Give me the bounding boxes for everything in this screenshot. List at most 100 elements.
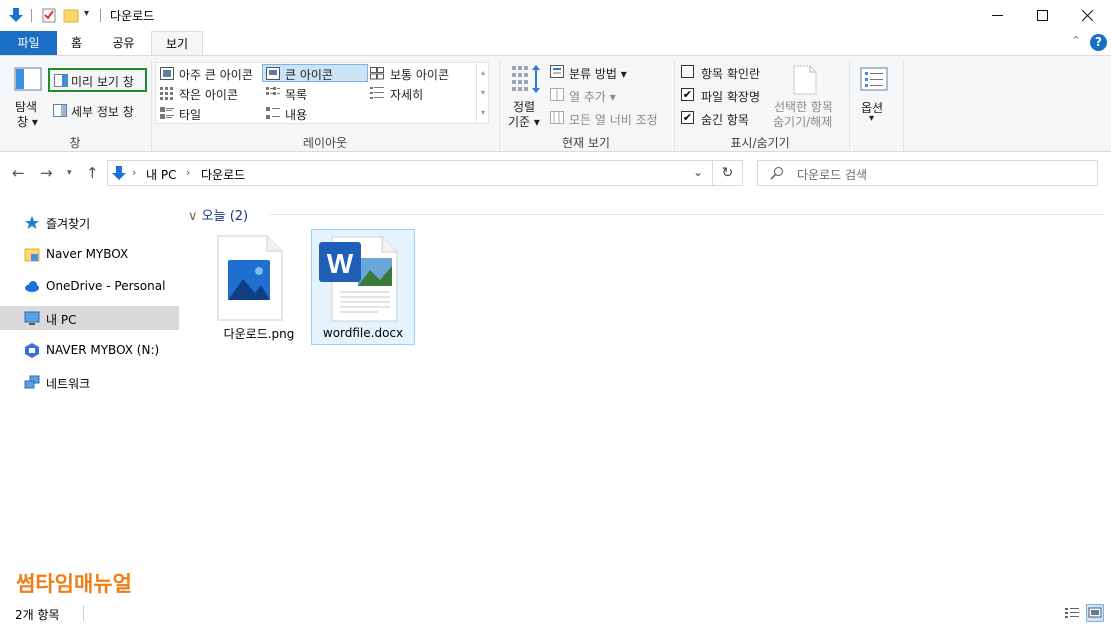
close-icon (1081, 10, 1093, 21)
layout-tiles[interactable]: 타일 (156, 104, 261, 122)
sidebar-item-naver-mybox[interactable]: Naver MYBOX (0, 242, 179, 266)
extra-large-icons-icon (160, 67, 174, 80)
group-by-icon (550, 65, 564, 78)
hide-selected-button[interactable]: 선택한 항목 숨기기/해제 (770, 62, 842, 132)
current-view-group-label: 현재 보기 (562, 136, 610, 150)
file-item-docx[interactable]: W wordfile.docx (311, 229, 415, 345)
sort-by-button[interactable]: 정렬 기준 ▾ (507, 62, 547, 132)
hidden-items-checkbox[interactable]: ✔ (681, 111, 694, 124)
forward-arrow-icon[interactable]: → (40, 164, 53, 182)
details-pane-button[interactable]: 세부 정보 창 (48, 101, 147, 121)
chevron-down-icon: ∨ (188, 209, 198, 224)
new-folder-icon[interactable] (63, 7, 79, 23)
hidden-items-label[interactable]: 숨긴 항목 (701, 111, 749, 128)
back-arrow-icon[interactable]: ← (12, 164, 25, 182)
sidebar-item-onedrive[interactable]: OneDrive - Personal (0, 274, 179, 298)
tab-share[interactable]: 공유 (96, 31, 151, 55)
navigation-pane-icon[interactable] (14, 67, 42, 91)
breadcrumb-downloads[interactable]: 다운로드 (201, 166, 245, 183)
preview-pane-icon (54, 74, 68, 87)
item-checkboxes-checkbox[interactable] (681, 65, 694, 78)
sidebar-item-quick-access[interactable]: 즐겨찾기 (0, 210, 179, 234)
maximize-button[interactable] (1019, 0, 1065, 31)
layout-group-label: 레이아웃 (302, 136, 348, 150)
network-icon (24, 375, 40, 389)
toolbar-divider (31, 9, 32, 22)
mybox-drive-icon (25, 343, 39, 358)
preview-pane-button[interactable]: 미리 보기 창 (48, 68, 147, 92)
close-button[interactable] (1064, 0, 1110, 31)
sidebar-item-my-pc[interactable]: 내 PC (0, 306, 179, 330)
address-history-chevron-icon[interactable]: ⌄ (693, 165, 703, 179)
small-icons-icon (160, 87, 173, 100)
properties-icon[interactable] (41, 7, 57, 23)
breadcrumb-separator-icon: › (186, 166, 191, 179)
item-checkboxes-label[interactable]: 항목 확인란 (701, 65, 760, 82)
file-view: ∨ 오늘 (2) 다운로드.png W wordfile.docx (181, 194, 1111, 599)
layout-label: 목록 (285, 88, 308, 102)
group-divider (499, 60, 500, 150)
navigation-pane-dropdown[interactable]: 창 ▾ (17, 113, 38, 130)
title-bar: ▾ 다운로드 (0, 0, 1111, 31)
fit-columns-button[interactable]: 모든 열 너비 조정 (569, 111, 658, 128)
file-name: 다운로드.png (223, 327, 295, 341)
sidebar-item-naver-mybox-drive[interactable]: NAVER MYBOX (N:) (0, 338, 179, 362)
breadcrumb-separator-icon: › (132, 166, 137, 179)
layout-extra-large-icons[interactable]: 아주 큰 아이콘 (156, 64, 261, 82)
sidebar-item-network[interactable]: 네트워크 (0, 370, 179, 394)
group-divider (151, 60, 152, 150)
up-arrow-icon[interactable]: ↑ (86, 164, 99, 182)
recent-locations-icon[interactable]: ▾ (67, 168, 72, 178)
layout-content[interactable]: 내용 (262, 104, 368, 122)
collapse-ribbon-icon[interactable]: ⌃ (1068, 34, 1084, 50)
search-placeholder: 다운로드 검색 (797, 168, 868, 182)
refresh-button[interactable]: ↻ (713, 160, 743, 186)
options-dropdown: ▾ (869, 113, 875, 124)
sort-dropdown: 기준 ▾ (508, 115, 540, 129)
minimize-button[interactable] (974, 0, 1020, 31)
search-icon (770, 167, 783, 180)
customize-toolbar-icon[interactable]: ▾ (84, 8, 89, 19)
layout-gallery-scroll[interactable]: ▴ ▾ ▾ (476, 63, 489, 124)
tiles-view-icon (160, 107, 174, 119)
tab-view[interactable]: 보기 (151, 31, 203, 56)
group-divider (269, 214, 1103, 215)
hide-selected-label: 숨기기/해제 (773, 115, 833, 129)
help-icon[interactable]: ? (1090, 34, 1107, 51)
status-divider (83, 605, 84, 621)
watermark: 썸타임매뉴얼 (16, 572, 132, 596)
file-extensions-label[interactable]: 파일 확장명 (701, 88, 760, 105)
add-column-button[interactable]: 열 추가 ▾ (569, 88, 616, 105)
file-item-png[interactable]: 다운로드.png (207, 229, 311, 345)
file-extensions-checkbox[interactable]: ✔ (681, 88, 694, 101)
group-by-button[interactable]: 분류 방법 ▾ (569, 65, 627, 82)
large-icons-icon (266, 67, 280, 80)
download-arrow-icon[interactable] (8, 7, 24, 23)
layout-list[interactable]: 목록 (262, 84, 368, 102)
large-icons-view-toggle-icon[interactable] (1086, 604, 1104, 622)
layout-details[interactable]: 자세히 (369, 84, 474, 102)
details-view-toggle-icon[interactable] (1063, 604, 1081, 622)
svg-text:W: W (327, 248, 354, 279)
sidebar-item-label: NAVER MYBOX (N:) (46, 343, 160, 357)
layout-small-icons[interactable]: 작은 아이콘 (156, 84, 261, 102)
breadcrumb-my-pc[interactable]: 내 PC (146, 166, 176, 183)
layout-large-icons[interactable]: 큰 아이콘 (262, 64, 368, 82)
tab-file[interactable]: 파일 (0, 31, 57, 55)
search-input[interactable]: 다운로드 검색 (757, 160, 1098, 186)
window-title: 다운로드 (110, 9, 155, 23)
group-header[interactable]: ∨ 오늘 (2) (188, 205, 248, 224)
mybox-folder-icon (24, 248, 40, 262)
layout-label: 내용 (285, 108, 308, 122)
layout-label: 자세히 (390, 88, 424, 102)
address-bar[interactable]: › 내 PC › 다운로드 ⌄ (107, 160, 713, 186)
group-divider (674, 60, 675, 150)
options-button[interactable]: 옵션 ▾ (855, 62, 893, 132)
toolbar-divider (100, 9, 101, 22)
list-view-icon (266, 87, 280, 95)
details-pane-label: 세부 정보 창 (71, 105, 134, 119)
layout-medium-icons[interactable]: 보통 아이콘 (369, 64, 474, 82)
sidebar-item-label: Naver MYBOX (46, 247, 129, 261)
details-pane-icon (53, 104, 67, 117)
tab-home[interactable]: 홈 (57, 31, 96, 55)
